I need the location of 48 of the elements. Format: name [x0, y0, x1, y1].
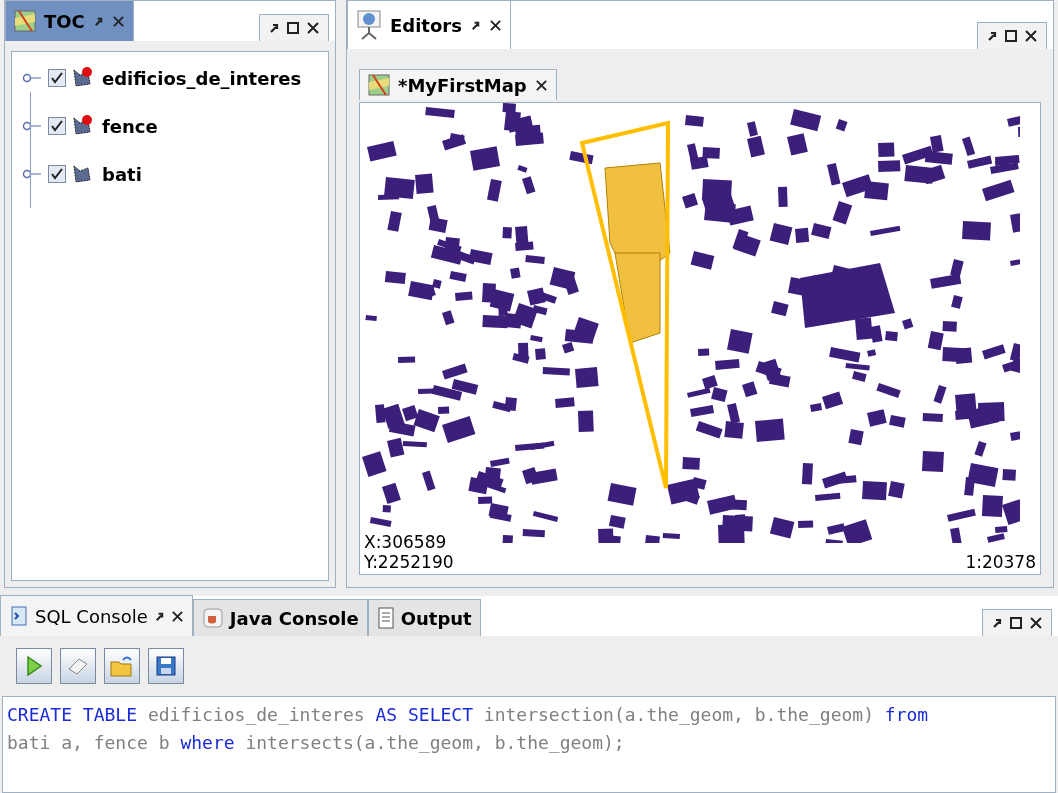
close-icon[interactable]: [170, 609, 184, 623]
close-icon[interactable]: [1029, 616, 1043, 630]
layer-checkbox[interactable]: [48, 165, 66, 183]
map-tab[interactable]: *MyFirstMap: [359, 69, 557, 100]
tree-node-icon: [22, 121, 42, 131]
undock-icon[interactable]: [986, 30, 998, 42]
code-line: bati a, fence b where intersects(a.the_geom, b.the_geom);: [7, 731, 626, 755]
layer-name[interactable]: fence: [102, 115, 158, 137]
map-view[interactable]: X:306589 Y:2252190 1:20378: [359, 102, 1041, 575]
y-coordinate: Y:2252190: [364, 552, 454, 572]
undock-icon[interactable]: [469, 19, 481, 31]
close-icon[interactable]: [488, 18, 502, 32]
toolbar-button[interactable]: [104, 648, 140, 684]
text-document-icon: [376, 607, 395, 629]
console-tab[interactable]: Java Console: [192, 599, 368, 636]
document-icon: [9, 605, 29, 627]
close-icon[interactable]: [1024, 29, 1038, 43]
sql-editor[interactable]: CREATE TABLE edificios_de_interes AS SELECT intersection(a.the_geom, b.the_geom) from bati a, fence b where intersects(a.the_geom, b.the_geom);: [2, 696, 1056, 793]
cup-icon: [201, 607, 224, 629]
maximize-icon[interactable]: [286, 21, 300, 35]
eraser-icon: [66, 656, 90, 676]
code-line: CREATE TABLE edificios_de_interes AS SELECT intersection(a.the_geom, b.the_geom) from: [7, 703, 930, 727]
maximize-icon[interactable]: [1004, 29, 1018, 43]
folder-icon: [109, 654, 135, 678]
tree-node-icon: [22, 73, 42, 83]
console-tab[interactable]: SQL Console: [0, 595, 193, 636]
map-icon: [14, 10, 36, 32]
floppy-icon: [155, 655, 177, 677]
undock-icon[interactable]: [268, 22, 280, 34]
layer-name[interactable]: bati: [102, 163, 142, 185]
editors-tab[interactable]: Editors: [347, 0, 511, 49]
tree-node-icon: [22, 169, 42, 179]
layer-name[interactable]: edificios_de_interes: [102, 67, 302, 89]
x-coordinate: X:306589: [364, 532, 448, 552]
layer-checkbox[interactable]: [48, 69, 66, 87]
close-icon[interactable]: [534, 78, 548, 92]
console-tab[interactable]: Output: [367, 599, 481, 636]
toolbar-button[interactable]: [16, 648, 52, 684]
map-icon: [368, 74, 390, 96]
toolbar-button[interactable]: [148, 648, 184, 684]
undock-icon[interactable]: [153, 610, 165, 622]
layer-checkbox[interactable]: [48, 117, 66, 135]
undock-icon[interactable]: [991, 617, 1003, 629]
presentation-icon: [356, 9, 382, 41]
play-icon: [24, 655, 44, 677]
maximize-icon[interactable]: [1009, 616, 1023, 630]
close-icon[interactable]: [306, 21, 320, 35]
toolbar-button[interactable]: [60, 648, 96, 684]
